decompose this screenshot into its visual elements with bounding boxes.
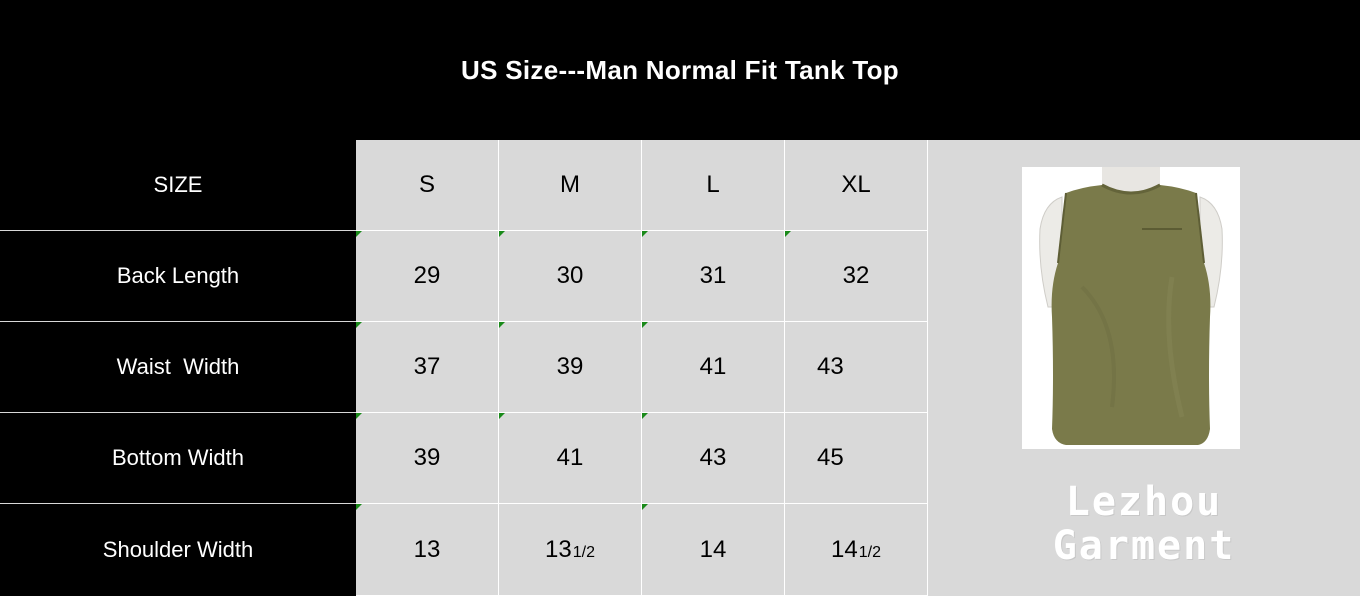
- size-chart-table: SIZE S M L XL Lezhou Garment Back Length…: [0, 140, 1360, 596]
- table-cell: 13 1/2: [499, 504, 642, 596]
- table-cell: 37: [356, 322, 499, 413]
- table-cell: 13: [356, 504, 499, 596]
- product-image-panel: Lezhou Garment: [928, 140, 1360, 596]
- row-label-shoulder-width: Shoulder Width: [0, 504, 356, 596]
- table-cell: 29: [356, 231, 499, 322]
- size-header-label: SIZE: [0, 140, 356, 231]
- tank-top-image: [1022, 167, 1240, 449]
- table-cell: 39: [356, 413, 499, 504]
- tank-top-icon: [1039, 167, 1223, 445]
- table-cell: 30: [499, 231, 642, 322]
- table-cell: 41: [499, 413, 642, 504]
- table-cell: 32: [785, 231, 928, 322]
- page-title: US Size---Man Normal Fit Tank Top: [461, 54, 899, 85]
- table-cell: 14: [642, 504, 785, 596]
- size-header-xl: XL: [785, 140, 928, 231]
- watermark-line-1: Lezhou: [1065, 479, 1223, 525]
- size-header-s: S: [356, 140, 499, 231]
- table-cell: 39: [499, 322, 642, 413]
- table-cell: 45: [785, 413, 928, 504]
- size-header-m: M: [499, 140, 642, 231]
- size-header-l: L: [642, 140, 785, 231]
- table-cell: 43: [785, 322, 928, 413]
- table-cell: 14 1/2: [785, 504, 928, 596]
- table-cell: 31: [642, 231, 785, 322]
- row-label-bottom-width: Bottom Width: [0, 413, 356, 504]
- title-bar: US Size---Man Normal Fit Tank Top: [0, 0, 1360, 140]
- row-label-back-length: Back Length: [0, 231, 356, 322]
- brand-watermark: Lezhou Garment: [928, 480, 1360, 568]
- watermark-line-2: Garment: [1052, 523, 1236, 569]
- row-label-waist-width: Waist Width: [0, 322, 356, 413]
- table-cell: 43: [642, 413, 785, 504]
- table-cell: 41: [642, 322, 785, 413]
